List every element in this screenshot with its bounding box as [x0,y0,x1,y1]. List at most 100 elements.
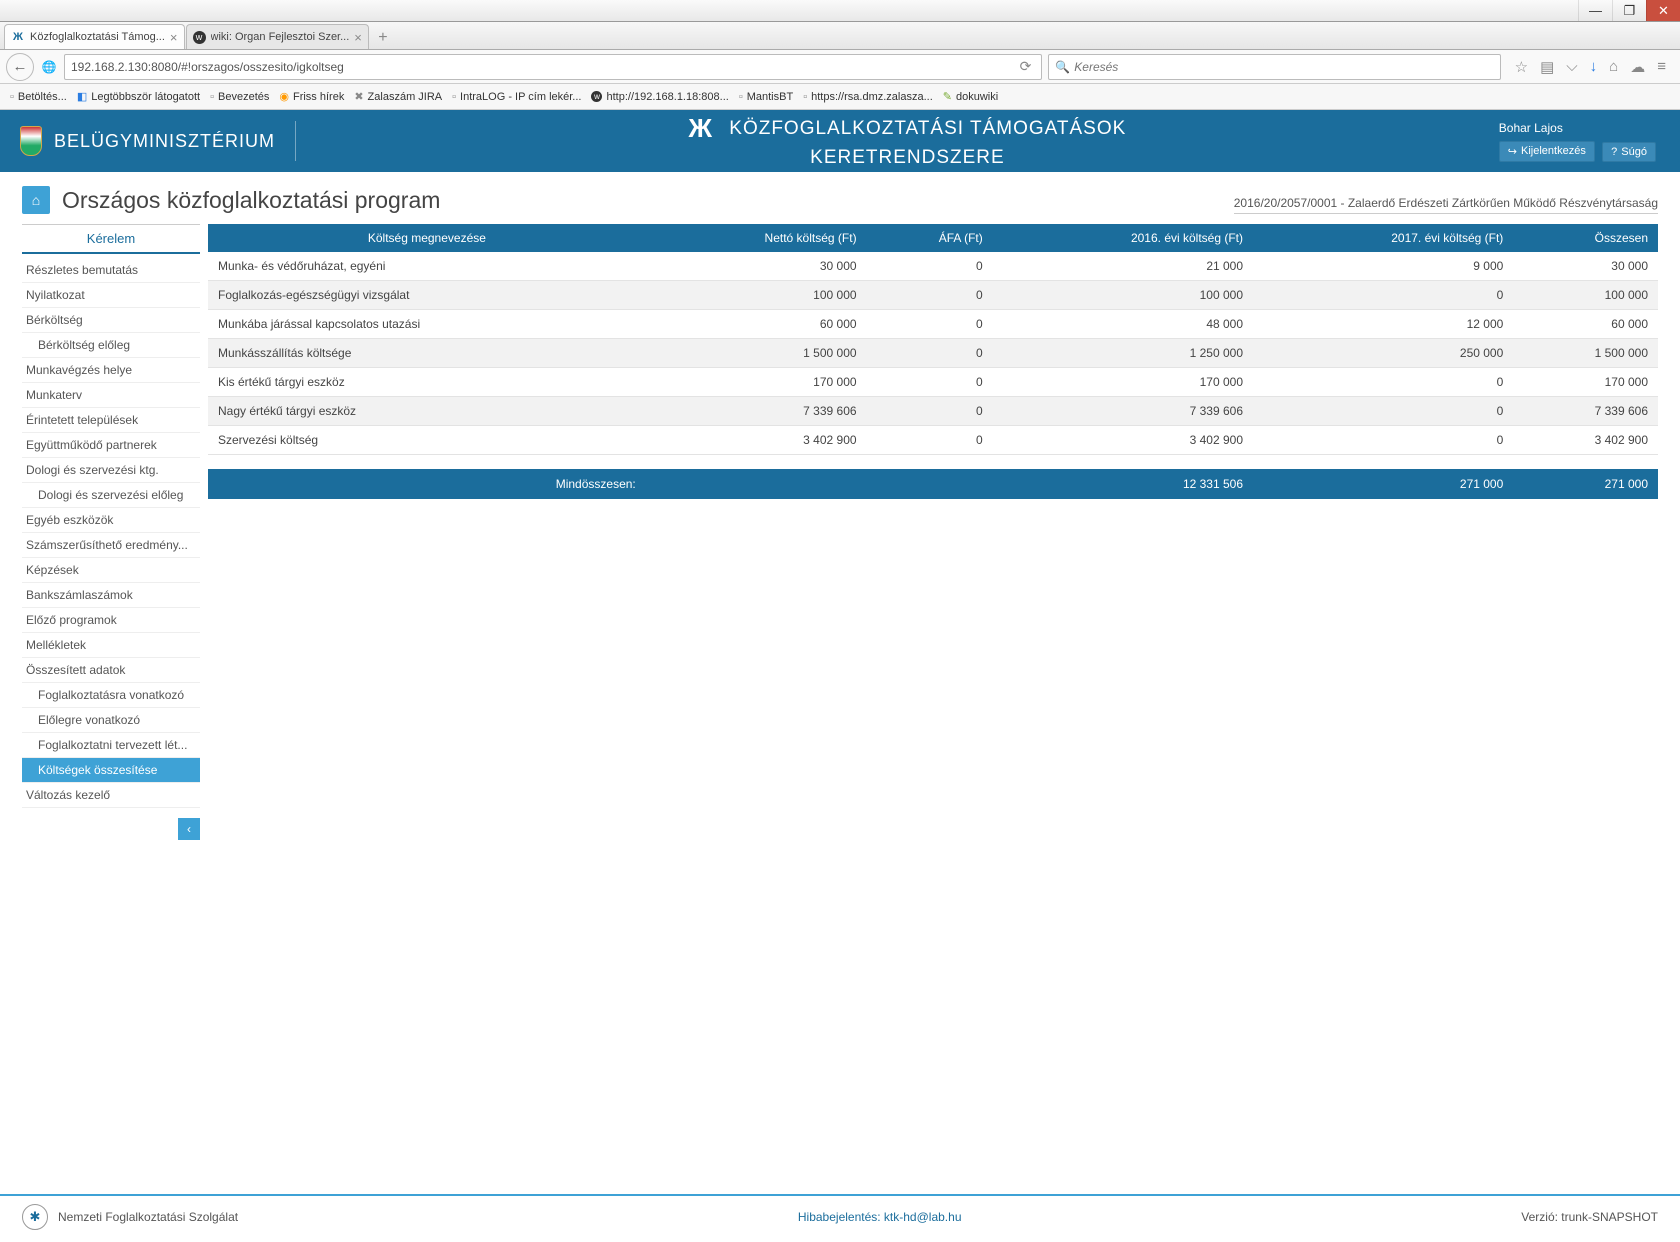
browser-tab-active[interactable]: Ж Közfoglalkoztatási Támog... × [4,24,185,49]
sidebar-item[interactable]: Előlegre vonatkozó [22,708,200,733]
sidebar-item[interactable]: Képzések [22,558,200,583]
minimize-button[interactable]: — [1578,0,1612,21]
bookmark-item[interactable]: ▫Betöltés... [10,91,67,103]
bookmark-item[interactable]: ▫https://rsa.dmz.zalasza... [803,91,933,103]
table-row[interactable]: Munkába járással kapcsolatos utazási 60 0… [208,310,1658,339]
sidebar-item[interactable]: Dologi és szervezési ktg. [22,458,200,483]
new-tab-button[interactable]: + [370,27,396,49]
page-icon: ▫ [452,91,456,103]
bookmark-item[interactable]: ▫Bevezetés [210,91,269,103]
table-cell: 3 402 900 [1513,426,1658,455]
table-cell: 1 500 000 [1513,339,1658,368]
downloads-icon[interactable]: ↓ [1590,58,1598,76]
sidebar-item[interactable]: Együttműködő partnerek [22,433,200,458]
sidebar-item[interactable]: Foglalkoztatásra vonatkozó [22,683,200,708]
tab-close-icon[interactable]: × [170,30,178,45]
table-cell: Szervezési költség [208,426,646,455]
column-header: 2016. évi költség (Ft) [993,224,1253,252]
table-row[interactable]: Szervezési költség3 402 90003 402 90003 … [208,426,1658,455]
sidebar-item[interactable]: Dologi és szervezési előleg [22,483,200,508]
table-cell: 60 000 [1513,310,1658,339]
sidebar-item[interactable]: Számszerűsíthető eredmény... [22,533,200,558]
home-icon[interactable]: ⌂ [1609,58,1618,76]
bookmark-item[interactable]: ✖Zalaszám JIRA [354,90,442,103]
sidebar-item[interactable]: Munkaterv [22,383,200,408]
reload-icon[interactable]: ⟳ [1016,58,1036,75]
sidebar-item[interactable]: Bankszámlaszámok [22,583,200,608]
bookmark-star-icon[interactable]: ☆ [1515,58,1528,76]
url-input[interactable] [71,60,1016,74]
column-header: 2017. évi költség (Ft) [1253,224,1513,252]
sidebar-item[interactable]: Munkavégzés helye [22,358,200,383]
back-button[interactable]: ← [6,53,34,81]
separator [295,121,296,161]
table-cell: 7 339 606 [993,397,1253,426]
page-icon: ▫ [210,91,214,103]
sidebar-item[interactable]: Mellékletek [22,633,200,658]
close-button[interactable]: ✕ [1646,0,1680,21]
table-cell: Kis értékű tárgyi eszköz [208,368,646,397]
sidebar-item[interactable]: Változás kezelő [22,783,200,808]
table-cell: 30 000 [1513,252,1658,281]
table-row[interactable]: Munka- és védőruházat, egyéni30 000021 0… [208,252,1658,281]
footer-cell [646,469,867,499]
table-cell: 0 [867,281,993,310]
tab-close-icon[interactable]: × [354,30,362,45]
nav-bar: ← 🌐 ⟳ 🔍 ☆ ▤ ⌵ ↓ ⌂ ☁ ≡ [0,50,1680,84]
browser-tab[interactable]: w wiki: Organ Fejlesztoi Szer... × [186,24,369,49]
maximize-button[interactable]: ❐ [1612,0,1646,21]
site-identity-icon[interactable]: 🌐 [40,60,58,74]
table-row[interactable]: Kis értékű tárgyi eszköz170 0000170 0000… [208,368,1658,397]
table-cell: 0 [867,368,993,397]
chat-icon[interactable]: ☁ [1630,58,1645,76]
table-row[interactable]: Foglalkozás-egészségügyi vizsgálat100 00… [208,281,1658,310]
column-header: Összesen [1513,224,1658,252]
version-label: Verzió: trunk-SNAPSHOT [1521,1210,1658,1224]
sidebar-item[interactable]: Bérköltség előleg [22,333,200,358]
sidebar-item[interactable]: Bérköltség [22,308,200,333]
reader-icon[interactable]: ▤ [1540,58,1554,76]
footer: ✱ Nemzeti Foglalkoztatási Szolgálat Hiba… [0,1196,1680,1242]
pocket-icon[interactable]: ⌵ [1566,58,1577,76]
table-row[interactable]: Munkásszállítás költsége1 500 00001 250 … [208,339,1658,368]
footer-cell: 271 000 [1513,469,1658,499]
table-cell: 0 [867,426,993,455]
sidebar-item[interactable]: Részletes bemutatás [22,258,200,283]
sidebar-item[interactable]: Költségek összesítése [22,758,200,783]
table-cell: 3 402 900 [993,426,1253,455]
search-input[interactable] [1074,60,1493,74]
table-cell: Munkába járással kapcsolatos utazási [208,310,646,339]
cost-summary-table: Költség megnevezéseNettó költség (Ft)ÁFA… [208,224,1658,499]
table-cell: 3 402 900 [646,426,867,455]
sidebar-heading: Kérelem [22,224,200,254]
bookmark-item[interactable]: ◉Friss hírek [279,90,344,103]
error-report-link[interactable]: Hibabejelentés: ktk-hd@lab.hu [238,1210,1521,1224]
bookmark-item[interactable]: ◧Legtöbbször látogatott [77,90,200,103]
sidebar-item[interactable]: Foglalkoztatni tervezett lét... [22,733,200,758]
user-name: Bohar Lajos [1499,121,1660,135]
search-icon: 🔍 [1055,60,1070,74]
table-cell: Munka- és védőruházat, egyéni [208,252,646,281]
sidebar-item[interactable]: Érintetett települések [22,408,200,433]
sidebar-item[interactable]: Nyilatkozat [22,283,200,308]
table-cell: 100 000 [646,281,867,310]
bookmarks-bar: ▫Betöltés... ◧Legtöbbször látogatott ▫Be… [0,84,1680,110]
collapse-sidebar-button[interactable]: ‹ [178,818,200,840]
search-bar[interactable]: 🔍 [1048,54,1500,80]
bookmark-item[interactable]: ▫MantisBT [739,91,793,103]
sidebar-item[interactable]: Egyéb eszközök [22,508,200,533]
sidebar-item[interactable]: Előző programok [22,608,200,633]
url-bar[interactable]: ⟳ [64,54,1042,80]
table-row[interactable]: Nagy értékű tárgyi eszköz7 339 60607 339… [208,397,1658,426]
bookmark-item[interactable]: ▫IntraLOG - IP cím lekér... [452,91,581,103]
sidebar-item[interactable]: Összesített adatok [22,658,200,683]
bookmark-item[interactable]: whttp://192.168.1.18:808... [591,91,728,103]
menu-icon[interactable]: ≡ [1657,58,1666,76]
table-cell: 9 000 [1253,252,1513,281]
logout-button[interactable]: ↪Kijelentkezés [1499,141,1595,162]
home-button[interactable]: ⌂ [22,186,50,214]
bookmark-item[interactable]: ✎dokuwiki [943,90,998,103]
help-button[interactable]: ?Súgó [1602,142,1656,162]
ministry-logo: BELÜGYMINISZTÉRIUM [20,126,275,156]
chevron-left-icon: ‹ [187,822,191,836]
